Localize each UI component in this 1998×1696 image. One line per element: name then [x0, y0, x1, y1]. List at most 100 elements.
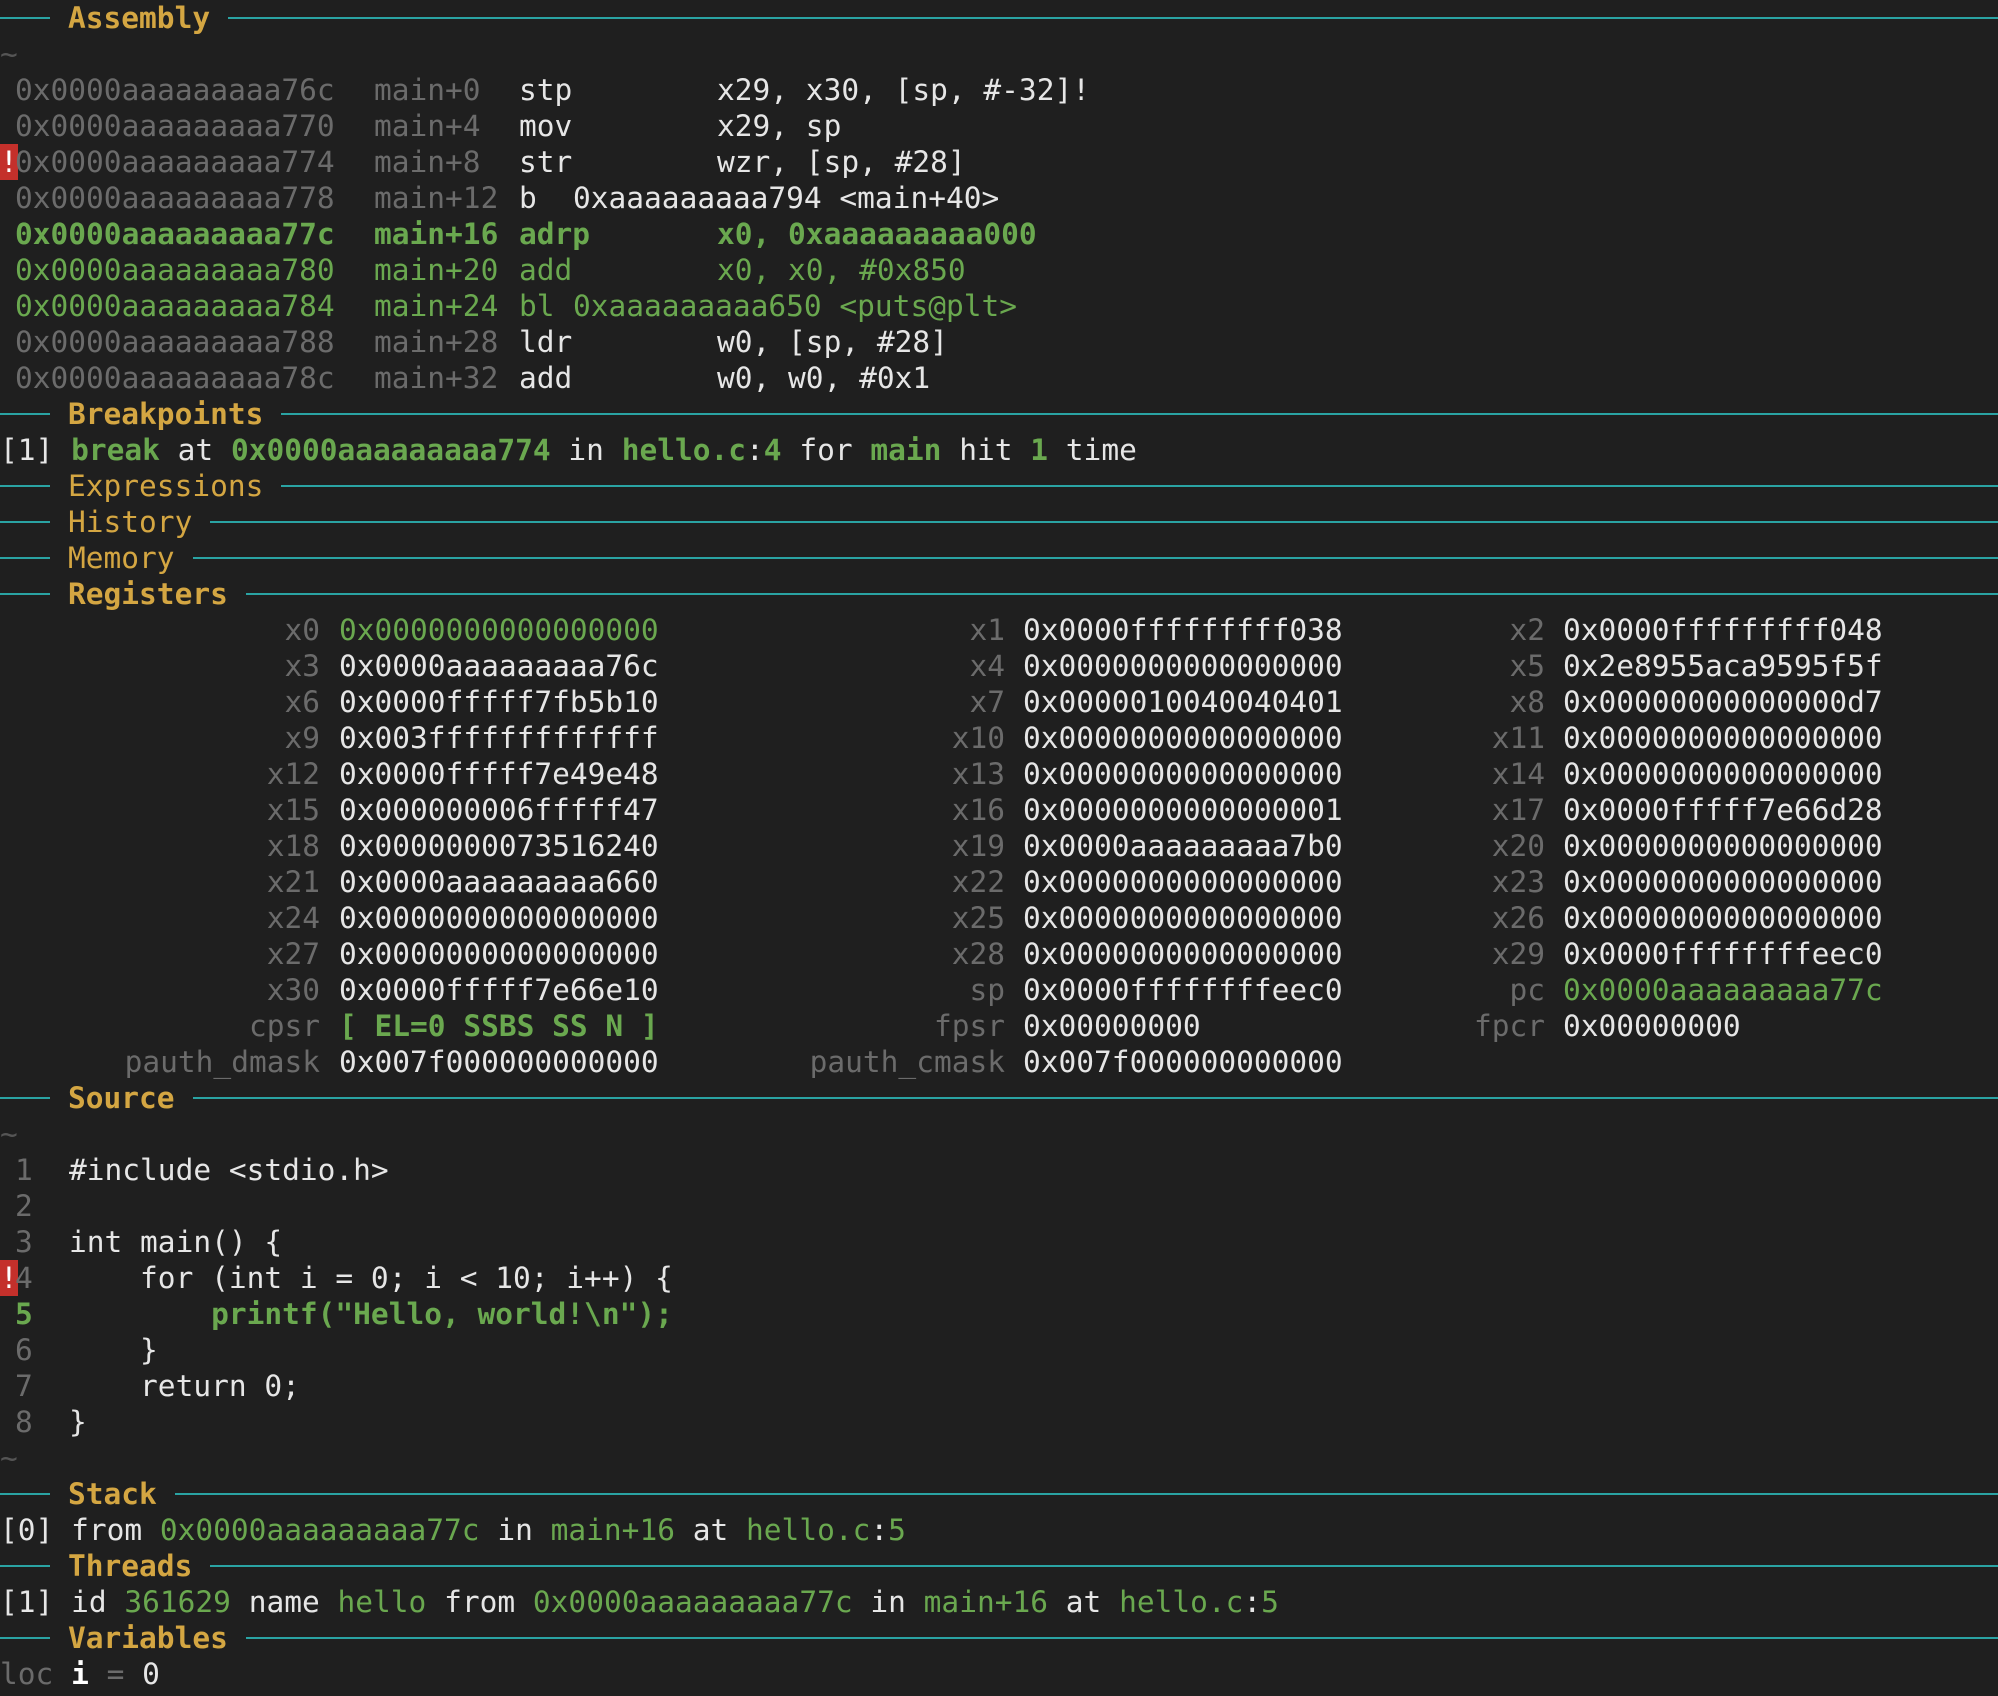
- assembly-line[interactable]: 0x0000aaaaaaaaa78c main+32 add w0, w0, #0x1: [0, 360, 1998, 396]
- instruction-operands: wzr, [sp, #28]: [717, 145, 966, 179]
- register-value[interactable]: 0x0000000000000000: [1023, 648, 1343, 684]
- register-value[interactable]: 0x0000ffffffffeec0: [1023, 972, 1343, 1008]
- register-value[interactable]: 0x0000000000000000: [339, 612, 659, 648]
- register-value[interactable]: 0x0000010040040401: [1023, 684, 1343, 720]
- assembly-line[interactable]: 0x0000aaaaaaaaa76c main+0 stp x29, x30, [sp…: [0, 72, 1998, 108]
- register-value[interactable]: 0x0000000000000000: [1563, 828, 1883, 864]
- register-value[interactable]: 0x0000aaaaaaaaa77c: [1563, 972, 1883, 1008]
- instruction-operands: x29, x30, [sp, #-32]!: [717, 73, 1090, 107]
- breakpoint-file: hello.c: [621, 433, 747, 467]
- assembly-line[interactable]: ! 0x0000aaaaaaaaa774 main+8 str wzr, [sp, #2…: [0, 144, 1998, 180]
- breakpoint-entry[interactable]: [1] break at 0x0000aaaaaaaaa774 in hello…: [0, 432, 1998, 468]
- frame-index: [0]: [0, 1513, 54, 1547]
- source-code: }: [69, 1405, 87, 1439]
- register-name: fpsr: [933, 1009, 1005, 1043]
- register-value[interactable]: 0x0000000000000000: [1023, 900, 1343, 936]
- register-value[interactable]: 0x007f000000000000: [339, 1044, 659, 1080]
- register-value[interactable]: 0x0000fffff7e66e10: [339, 972, 659, 1008]
- source-title: Source: [50, 1080, 193, 1116]
- frame-at: at: [692, 1513, 729, 1547]
- line-number: 2: [15, 1189, 33, 1223]
- register-value[interactable]: 0x0000000000000000: [1023, 936, 1343, 972]
- variable-name: i: [71, 1657, 89, 1691]
- register-value[interactable]: 0x0000000073516240: [339, 828, 659, 864]
- source-code: for (int i = 0; i < 10; i++) {: [69, 1261, 673, 1295]
- register-row: x12 0x0000fffff7e49e48 x13 0x00000000000000…: [0, 756, 1998, 792]
- instruction-mnemonic: add: [519, 361, 573, 395]
- source-code: }: [69, 1333, 158, 1367]
- register-value[interactable]: 0x0000aaaaaaaaa660: [339, 864, 659, 900]
- memory-header[interactable]: Memory: [0, 540, 1998, 576]
- register-value[interactable]: 0x0000000000000000: [339, 900, 659, 936]
- register-value[interactable]: 0x0000000000000000: [1563, 720, 1883, 756]
- register-value[interactable]: 0x0000000000000000: [1023, 756, 1343, 792]
- instruction-operands: x0, x0, #0x850: [717, 253, 966, 287]
- register-value[interactable]: 0x00000000: [1023, 1008, 1201, 1044]
- source-line[interactable]: 2: [0, 1188, 1998, 1224]
- register-value[interactable]: 0x0000fffff7e66d28: [1563, 792, 1883, 828]
- thread-entry[interactable]: [1] id 361629 name hello from 0x0000aaaa…: [0, 1584, 1998, 1620]
- variable-entry[interactable]: loc i = 0: [0, 1656, 1998, 1692]
- register-value[interactable]: 0x0000fffff7fb5b10: [339, 684, 659, 720]
- frame-file: hello.c: [746, 1513, 871, 1547]
- register-value[interactable]: 0x0000000000000000: [1023, 864, 1343, 900]
- register-value[interactable]: 0x0000fffffffff038: [1023, 612, 1343, 648]
- register-name: x3: [284, 649, 320, 683]
- register-value[interactable]: 0x0000000000000001: [1023, 792, 1343, 828]
- register-value[interactable]: 0x0000000000000000: [339, 936, 659, 972]
- register-value[interactable]: 0x0000ffffffffeec0: [1563, 936, 1883, 972]
- frame-from: from: [71, 1513, 143, 1547]
- assembly-line[interactable]: 0x0000aaaaaaaaa77c main+16 adrp x0, 0xaaaaa…: [0, 216, 1998, 252]
- bp-hit: hit: [959, 433, 1013, 467]
- assembly-line[interactable]: 0x0000aaaaaaaaa780 main+20 add x0, x0, #0x8…: [0, 252, 1998, 288]
- register-value[interactable]: [ EL=0 SSBS SS N ]: [339, 1008, 659, 1044]
- thread-id-kw: id: [71, 1585, 107, 1619]
- register-value[interactable]: 0x0000fffffffff048: [1563, 612, 1883, 648]
- register-value[interactable]: 0x0000aaaaaaaaa76c: [339, 648, 659, 684]
- register-value[interactable]: 0x0000000000000000: [1563, 756, 1883, 792]
- register-value[interactable]: 0x0000aaaaaaaaa7b0: [1023, 828, 1343, 864]
- register-value[interactable]: 0x0000000000000000: [1023, 720, 1343, 756]
- source-line[interactable]: 1 #include <stdio.h>: [0, 1152, 1998, 1188]
- register-value[interactable]: 0x000000006fffff47: [339, 792, 659, 828]
- register-row: x6 0x0000fffff7fb5b10 x7 0x0000010040040401…: [0, 684, 1998, 720]
- instruction-address: 0x0000aaaaaaaaa770: [15, 109, 335, 143]
- register-row: x9 0x003fffffffffffff x10 0x000000000000000…: [0, 720, 1998, 756]
- breakpoint-address: 0x0000aaaaaaaaa774: [230, 433, 551, 467]
- register-value[interactable]: 0x0000fffff7e49e48: [339, 756, 659, 792]
- register-name: x0: [284, 613, 320, 647]
- source-line[interactable]: 7 return 0;: [0, 1368, 1998, 1404]
- breakpoint-line: 4: [763, 433, 782, 467]
- history-header[interactable]: History: [0, 504, 1998, 540]
- register-name: x7: [969, 685, 1005, 719]
- assembly-line[interactable]: 0x0000aaaaaaaaa788 main+28 ldr w0, [sp, #28…: [0, 324, 1998, 360]
- source-line[interactable]: 3 int main() {: [0, 1224, 1998, 1260]
- assembly-line[interactable]: 0x0000aaaaaaaaa778 main+12 b 0xaaaaaaaaa794…: [0, 180, 1998, 216]
- register-value[interactable]: 0x0000000000000000: [1563, 900, 1883, 936]
- instruction-address: 0x0000aaaaaaaaa778: [15, 181, 335, 215]
- register-value[interactable]: 0x00000000: [1563, 1008, 1741, 1044]
- assembly-line[interactable]: 0x0000aaaaaaaaa784 main+24 bl 0xaaaaaaaaa65…: [0, 288, 1998, 324]
- stack-frame[interactable]: [0] from 0x0000aaaaaaaaa77c in main+16 a…: [0, 1512, 1998, 1548]
- expressions-header[interactable]: Expressions: [0, 468, 1998, 504]
- source-line[interactable]: 6 }: [0, 1332, 1998, 1368]
- assembly-line[interactable]: 0x0000aaaaaaaaa770 main+4 mov x29, sp: [0, 108, 1998, 144]
- register-value[interactable]: 0x007f000000000000: [1023, 1044, 1343, 1080]
- line-number: 7: [15, 1369, 33, 1403]
- instruction-address: 0x0000aaaaaaaaa774: [15, 145, 335, 179]
- register-value[interactable]: 0x003fffffffffffff: [339, 720, 659, 756]
- breakpoints-header: Breakpoints: [0, 396, 1998, 432]
- source-line[interactable]: 8}: [0, 1404, 1998, 1440]
- thread-file: hello.c: [1119, 1585, 1244, 1619]
- thread-colon: :: [1243, 1585, 1262, 1619]
- register-value[interactable]: 0x2e8955aca9595f5f: [1563, 648, 1883, 684]
- instruction-mnemonic: ldr: [519, 325, 573, 359]
- source-line[interactable]: ! 4 for (int i = 0; i < 10; i++) {: [0, 1260, 1998, 1296]
- instruction-operands: 0xaaaaaaaaa650 <puts@plt>: [573, 289, 1018, 323]
- thread-at: at: [1065, 1585, 1102, 1619]
- source-line[interactable]: 5 printf("Hello, world!\n");: [0, 1296, 1998, 1332]
- register-value[interactable]: 0x0000000000000000: [1563, 864, 1883, 900]
- register-name: x30: [266, 973, 320, 1007]
- register-value[interactable]: 0x00000000000000d7: [1563, 684, 1883, 720]
- tilde-filler: ~: [0, 1441, 18, 1475]
